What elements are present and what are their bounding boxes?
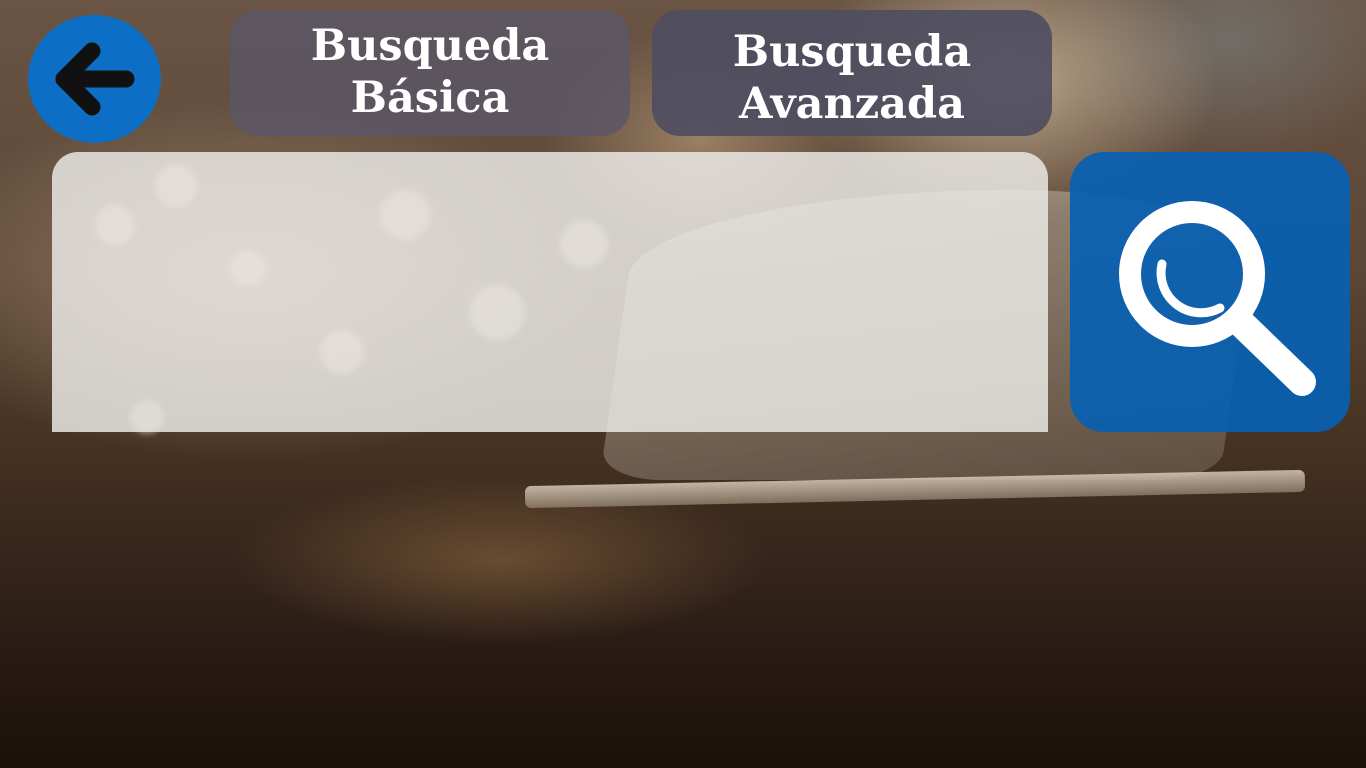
back-button[interactable] — [28, 15, 161, 143]
tab-advanced-label-line2: Avanzada — [739, 79, 965, 129]
tab-basic-label-line1: Busqueda — [310, 21, 550, 71]
search-button[interactable] — [1070, 152, 1350, 432]
tab-basic-search[interactable]: Busqueda Básica — [230, 10, 630, 136]
tab-basic-label-line2: Básica — [350, 73, 510, 123]
search-input[interactable] — [52, 152, 1048, 432]
tab-advanced-label-line1: Busqueda — [732, 27, 972, 77]
magnifier-icon — [1119, 201, 1316, 396]
arrow-left-icon — [55, 42, 135, 116]
tab-advanced-search[interactable]: Busqueda Avanzada — [652, 10, 1052, 136]
